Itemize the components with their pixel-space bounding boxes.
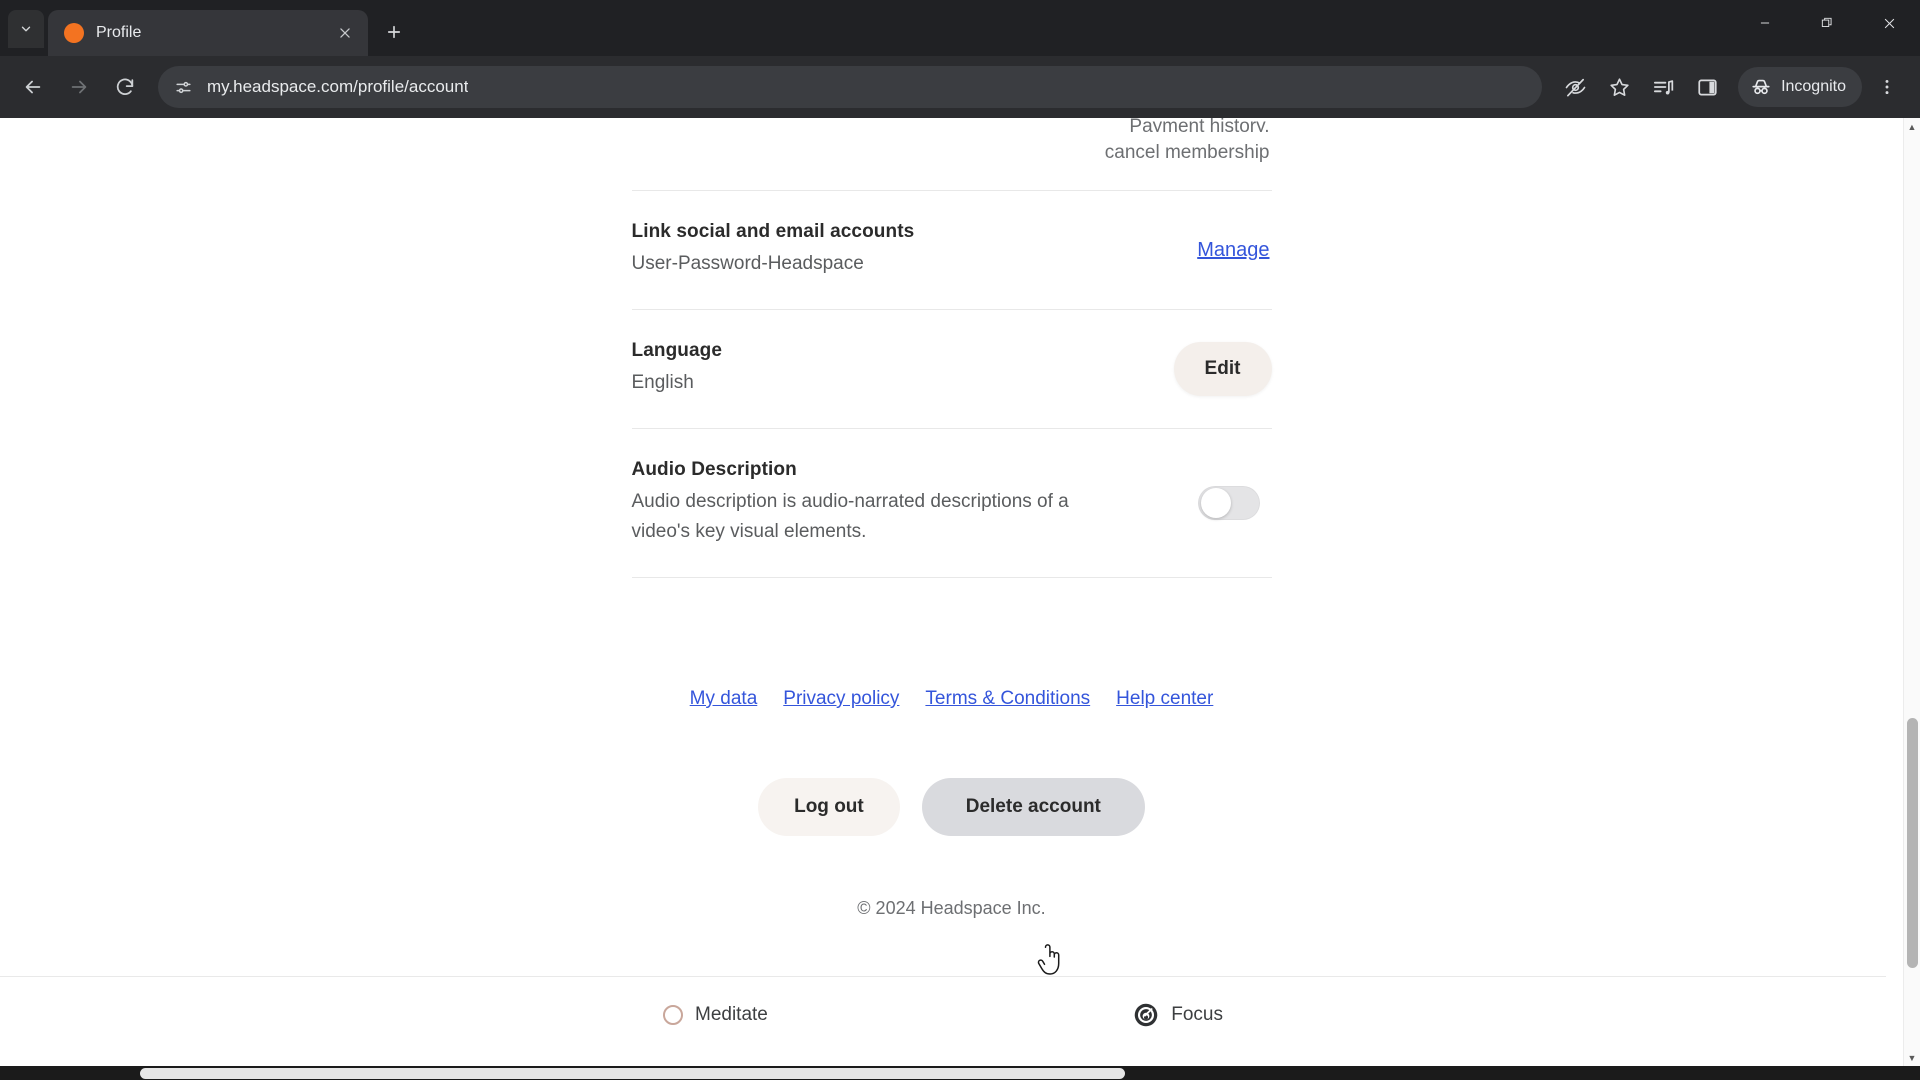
browser-tab[interactable]: Profile [48, 10, 368, 56]
scroll-up-arrow[interactable]: ▲ [1904, 118, 1920, 135]
window-close-button[interactable] [1858, 0, 1920, 46]
restore-icon [1821, 17, 1832, 27]
reload-button[interactable] [104, 66, 146, 108]
side-panel-button[interactable] [1686, 66, 1728, 108]
edit-language-button[interactable]: Edit [1173, 342, 1272, 396]
chrome-menu-button[interactable] [1866, 66, 1908, 108]
setting-row-link-accounts: Link social and email accounts User-Pass… [632, 191, 1272, 309]
account-settings-content: Payment history, cancel membership Link … [631, 118, 1272, 919]
divider [631, 577, 1272, 578]
footer-link-terms-conditions[interactable]: Terms & Conditions [925, 688, 1090, 710]
account-action-buttons: Log out Delete account [632, 778, 1272, 836]
close-icon [340, 28, 350, 38]
setting-title: Audio Description [631, 459, 797, 480]
log-out-button[interactable]: Log out [758, 778, 900, 836]
incognito-indicator[interactable]: Incognito [1738, 67, 1862, 107]
close-icon [1884, 18, 1894, 28]
media-control-button[interactable] [1642, 66, 1684, 108]
media-playlist-icon [1653, 79, 1673, 94]
focus-spiral-icon [1134, 1003, 1158, 1026]
forward-button[interactable] [58, 66, 100, 108]
setting-subtitle: User-Password-Headspace [631, 253, 864, 274]
footer-link-help-center[interactable]: Help center [1116, 688, 1213, 710]
setting-row-audio-description: Audio Description Audio description is a… [632, 429, 1272, 577]
new-tab-button[interactable] [374, 12, 414, 52]
audio-description-toggle[interactable] [1197, 486, 1260, 520]
tab-strip: Profile [0, 0, 1920, 56]
browser-window: Profile my.headspace.com/profile/account… [0, 0, 1920, 1080]
meditate-circle-icon [663, 1004, 683, 1025]
incognito-icon [1752, 79, 1770, 95]
setting-row-language: Language English Edit [632, 310, 1272, 428]
membership-line-1: Payment history, [1129, 118, 1270, 132]
eye-slash-icon [1565, 78, 1585, 96]
toggle-knob [1200, 488, 1231, 518]
membership-line-2: cancel membership [1104, 142, 1270, 163]
nav-label-meditate: Meditate [695, 1003, 768, 1025]
footer-links: My data Privacy policy Terms & Condition… [632, 688, 1272, 710]
setting-title: Language [631, 340, 723, 361]
minimize-button[interactable] [1734, 0, 1796, 46]
setting-title: Link social and email accounts [631, 221, 915, 242]
reload-icon [116, 78, 134, 95]
tab-close-button[interactable] [334, 22, 356, 44]
plus-icon [387, 25, 401, 39]
footer-link-privacy-policy[interactable]: Privacy policy [783, 688, 899, 710]
horizontal-scrollbar[interactable] [0, 1066, 1920, 1080]
web-page: Payment history, cancel membership Link … [0, 118, 1903, 1066]
tracking-protection-button[interactable] [1554, 66, 1596, 108]
tab-favicon [64, 23, 84, 43]
copyright-text: © 2024 Headspace Inc. [857, 898, 1046, 918]
mouse-cursor-pointer-icon [1037, 944, 1060, 975]
tab-search-button[interactable] [8, 10, 44, 48]
horizontal-scrollbar-thumb[interactable] [140, 1067, 1125, 1079]
bookmark-button[interactable] [1598, 66, 1640, 108]
nav-item-meditate[interactable]: Meditate [663, 1004, 768, 1026]
star-icon [1609, 77, 1629, 96]
back-arrow-icon [25, 80, 41, 94]
side-panel-icon [1697, 79, 1717, 95]
vertical-scrollbar[interactable]: ▲ ▼ [1903, 118, 1920, 1066]
membership-section-clipped: Payment history, cancel membership [632, 118, 1272, 166]
tab-title: Profile [96, 24, 142, 41]
tune-icon[interactable] [174, 78, 193, 97]
maximize-button[interactable] [1796, 0, 1858, 46]
chevron-down-icon [21, 26, 31, 32]
url-text: my.headspace.com/profile/account [207, 77, 469, 96]
three-dot-menu-icon [1885, 79, 1889, 95]
nav-label-focus: Focus [1171, 1003, 1223, 1025]
back-button[interactable] [12, 66, 54, 108]
vertical-scrollbar-thumb[interactable] [1907, 718, 1918, 968]
setting-subtitle: Audio description is audio-narrated desc… [631, 491, 1069, 542]
window-controls [1734, 0, 1920, 46]
delete-account-button[interactable]: Delete account [921, 778, 1145, 836]
incognito-label: Incognito [1781, 78, 1846, 95]
forward-arrow-icon [71, 80, 87, 94]
setting-subtitle: English [631, 372, 694, 393]
manage-link[interactable]: Manage [1197, 239, 1271, 262]
browser-toolbar: my.headspace.com/profile/account Incogni… [0, 56, 1920, 118]
nav-item-focus[interactable]: Focus [1133, 1002, 1223, 1028]
footer-link-my-data[interactable]: My data [690, 688, 758, 710]
address-bar[interactable]: my.headspace.com/profile/account [158, 66, 1543, 108]
bottom-navigation: Meditate Focus [0, 976, 1886, 1052]
toolbar-icon-group [1554, 66, 1728, 108]
page-viewport: Payment history, cancel membership Link … [0, 118, 1920, 1066]
scroll-down-arrow[interactable]: ▼ [1904, 1049, 1920, 1066]
minimize-icon [1760, 22, 1770, 24]
